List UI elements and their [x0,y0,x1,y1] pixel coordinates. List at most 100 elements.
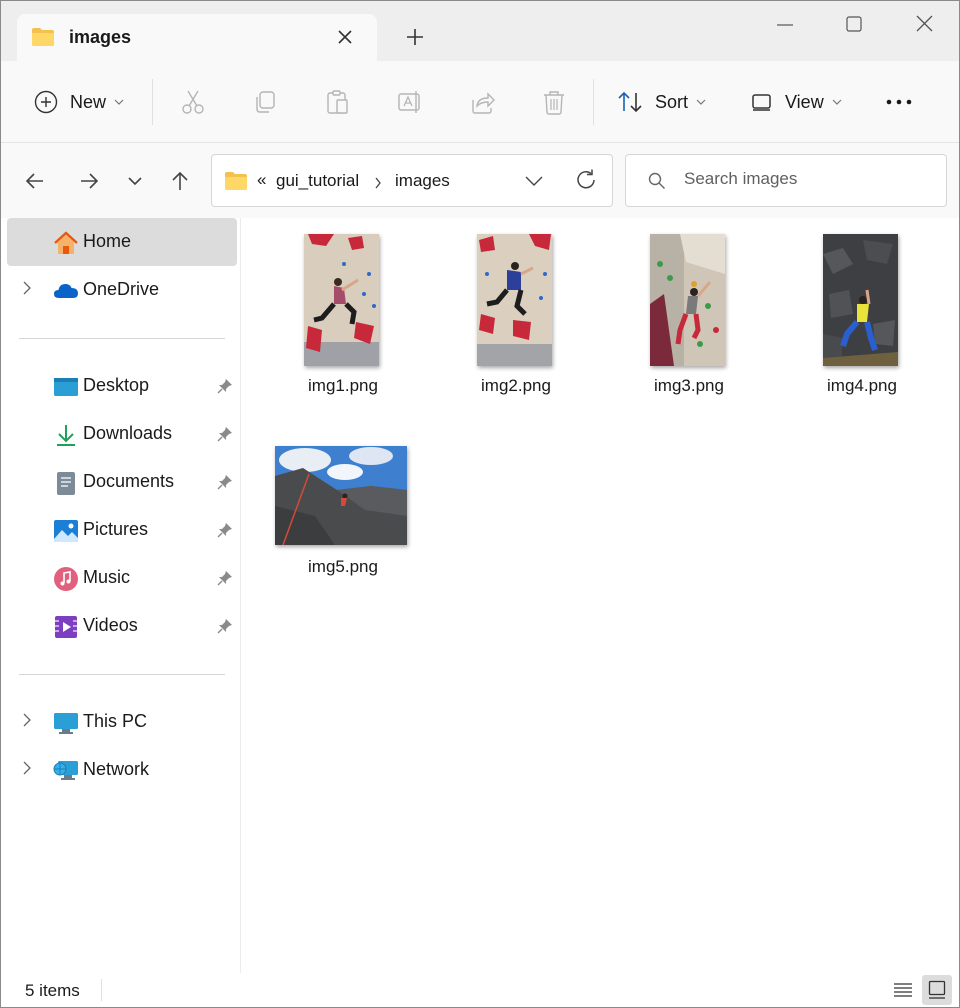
maximize-icon[interactable] [842,13,866,37]
pin-icon[interactable] [217,522,233,538]
home-icon [54,231,78,254]
recent-locations-chevron-icon[interactable] [123,169,147,193]
file-explorer-window: images New Sort View « gui_tutorial imag… [0,0,960,1008]
sidebar-item-label: Desktop [83,375,150,395]
chevron-right-icon[interactable] [23,713,31,727]
sidebar-divider [19,338,225,339]
share-icon[interactable] [468,88,496,116]
pin-icon[interactable] [217,618,233,634]
view-icon [752,94,771,111]
details-view-icon [894,983,912,997]
sidebar-item-network[interactable]: Network [7,746,237,794]
file-name: img3.png [654,376,724,395]
breadcrumb-gui-tutorial[interactable]: gui_tutorial [276,171,359,191]
breadcrumb-overflow[interactable]: « [257,170,266,190]
file-item[interactable]: img5.png [268,430,418,590]
cut-icon[interactable] [179,88,207,116]
sidebar-item-pictures[interactable]: Pictures [7,506,237,554]
item-count: 5 items [25,981,80,1000]
sort-button[interactable]: Sort [617,61,706,143]
sidebar-item-label: Documents [83,471,175,491]
close-window-icon[interactable] [913,13,937,37]
file-item[interactable]: img1.png [268,218,418,408]
minimize-icon[interactable] [773,13,797,37]
sidebar-item-videos[interactable]: Videos [7,602,237,650]
toolbar-divider [152,79,153,125]
tab-title: images [69,27,132,47]
folder-icon [32,28,54,46]
cloud-icon [54,284,78,298]
file-item[interactable]: img3.png [614,218,764,408]
details-view-button[interactable] [888,975,918,1005]
chevron-right-icon[interactable] [374,177,382,189]
chevron-down-icon [832,99,842,105]
pin-icon[interactable] [217,378,233,394]
chevron-right-icon[interactable] [23,281,31,295]
delete-icon[interactable] [540,88,568,116]
rename-icon[interactable] [396,88,424,116]
up-arrow-icon[interactable] [168,169,192,193]
sidebar-item-label: Pictures [83,519,149,539]
sidebar-item-desktop[interactable]: Desktop [7,362,237,410]
forward-arrow-icon[interactable] [77,169,101,193]
navigation-pane: Home OneDrive Desktop Downloads Document… [1,218,241,973]
large-icons-view-button[interactable] [922,975,952,1005]
file-name: img1.png [308,376,378,395]
sidebar-item-label: Network [83,759,150,779]
search-box[interactable] [625,154,947,207]
image-thumbnail [304,234,379,366]
paste-icon[interactable] [324,88,352,116]
network-icon [53,761,78,780]
image-thumbnail [650,234,725,366]
chevron-down-icon [696,99,706,105]
breadcrumb-images[interactable]: images [395,171,450,191]
image-thumbnail [477,234,552,366]
pin-icon[interactable] [217,570,233,586]
sidebar-item-music[interactable]: Music [7,554,237,602]
address-row: « gui_tutorial images [1,143,959,218]
copy-icon[interactable] [252,88,280,116]
status-divider [101,979,102,1001]
sidebar-item-documents[interactable]: Documents [7,458,237,506]
search-input[interactable] [684,169,934,189]
view-label: View [785,91,824,112]
sidebar-item-label: Music [83,567,131,587]
back-arrow-icon[interactable] [23,169,47,193]
view-button[interactable]: View [751,61,842,143]
search-icon [648,172,665,189]
sidebar-item-home[interactable]: Home [7,218,237,266]
sort-icon [618,91,642,113]
computer-icon [54,713,78,734]
tab-images[interactable]: images [17,14,377,61]
sidebar-item-label: OneDrive [83,279,160,299]
chevron-down-icon[interactable] [525,175,543,187]
image-thumbnail [823,234,898,366]
chevron-right-icon[interactable] [23,761,31,775]
large-icons-view-icon [928,980,946,999]
sidebar-item-downloads[interactable]: Downloads [7,410,237,458]
sort-label: Sort [655,91,689,112]
address-bar[interactable]: « gui_tutorial images [211,154,613,207]
close-tab-icon[interactable] [335,27,355,47]
file-name: img4.png [827,376,897,395]
new-label: New [70,91,107,112]
more-options-icon[interactable] [885,91,913,113]
new-button[interactable]: New [34,61,124,143]
title-bar: images [1,1,959,61]
pin-icon[interactable] [217,474,233,490]
folder-icon [225,172,247,190]
sidebar-item-label: This PC [83,711,148,731]
document-icon [57,472,75,495]
refresh-icon[interactable] [574,168,598,192]
file-item[interactable]: img2.png [441,218,591,408]
file-name: img2.png [481,376,551,395]
pin-icon[interactable] [217,426,233,442]
file-name: img5.png [308,557,378,576]
desktop-icon [54,378,78,396]
chevron-down-icon [114,99,124,105]
file-item[interactable]: img4.png [787,218,937,408]
sidebar-item-onedrive[interactable]: OneDrive [7,266,237,314]
file-list: img1.png img2.png img3.png img4.png img5… [242,218,959,973]
sidebar-item-this-pc[interactable]: This PC [7,698,237,746]
new-tab-icon[interactable] [405,27,425,47]
